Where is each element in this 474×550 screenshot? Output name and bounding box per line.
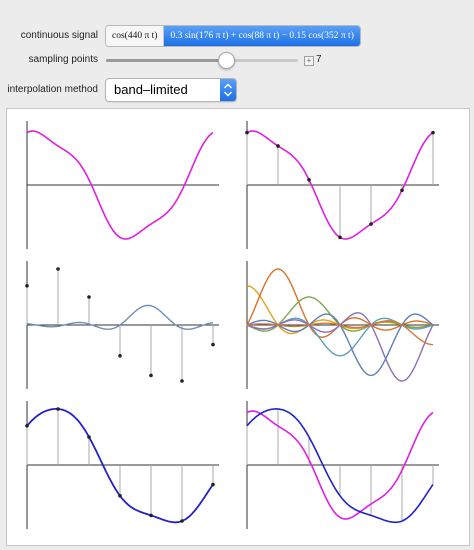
sample-point (180, 379, 184, 383)
sampling-slider[interactable] (106, 59, 298, 62)
plus-icon[interactable]: + (304, 56, 314, 66)
sinc-pulse-curve (27, 304, 214, 331)
plot-panel-6 (246, 401, 439, 529)
sample-point (211, 482, 215, 487)
sample-point (276, 144, 280, 148)
sample-point (369, 222, 373, 226)
plot-panel-4 (246, 261, 439, 389)
sample-point (180, 519, 184, 523)
plot-panel-5 (25, 401, 219, 529)
sample-point (118, 494, 122, 498)
plots-area (6, 108, 470, 546)
sample-point (211, 342, 215, 347)
plots-svg (25, 121, 439, 529)
signal-option-cosine[interactable]: cos(440 π t) (106, 26, 165, 46)
plot-panel-2 (245, 121, 439, 249)
sample-point (118, 354, 122, 358)
sampling-value: 7 (316, 54, 322, 65)
sample-point (149, 373, 153, 378)
signal-label: continuous signal (20, 30, 98, 41)
sampling-slider-thumb[interactable] (218, 52, 235, 69)
sample-point (25, 284, 29, 288)
sample-point (307, 177, 311, 182)
sample-point (149, 513, 153, 518)
sample-point (245, 130, 249, 135)
sample-point (56, 267, 60, 271)
interpolation-label: interpolation method (7, 84, 98, 95)
plot-panel-3 (25, 261, 219, 389)
sample-point (25, 424, 29, 428)
plot-panel-1 (26, 121, 219, 249)
sampling-slider-fill (106, 59, 226, 62)
sample-point (338, 235, 342, 240)
interpolation-value: band–limited (114, 82, 188, 97)
signal-selector[interactable]: cos(440 π t) 0.3 sin(176 π t) + cos(88 π… (105, 25, 361, 47)
sampling-label: sampling points (28, 54, 98, 65)
signal-option-composite[interactable]: 0.3 sin(176 π t) + cos(88 π t) − 0.15 co… (164, 26, 360, 46)
sample-point (431, 130, 435, 135)
interpolation-popup[interactable]: band–limited (105, 78, 237, 102)
sample-point (400, 188, 404, 193)
sample-point (56, 407, 60, 411)
up-down-arrows-icon (220, 79, 236, 101)
sample-point (87, 295, 91, 299)
sample-point (87, 435, 91, 439)
